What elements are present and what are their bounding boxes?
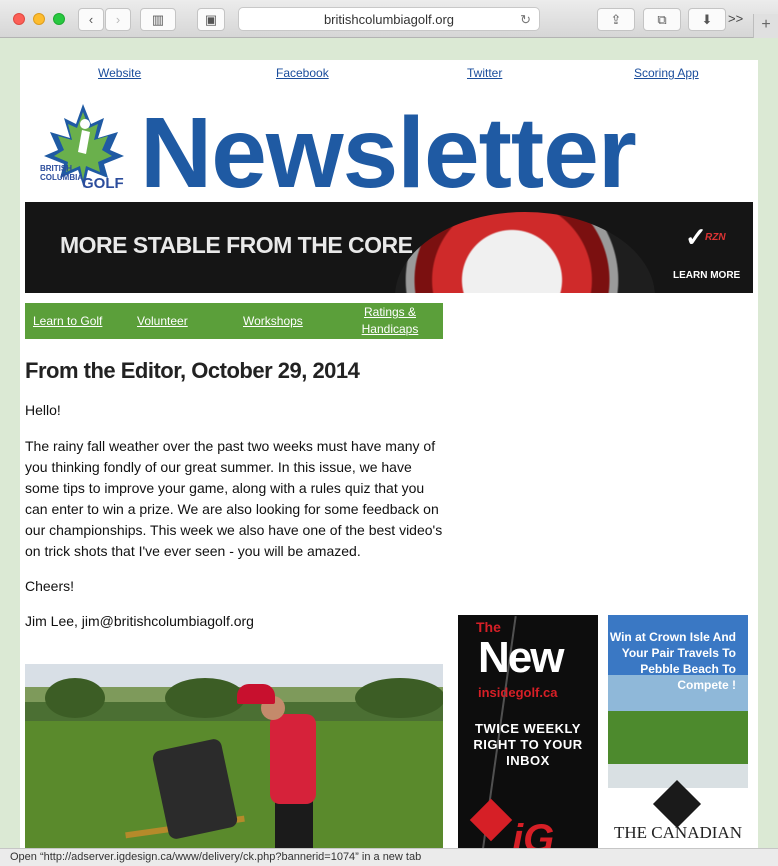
- website-link[interactable]: Website: [98, 66, 141, 80]
- maple-leaf-icon: [652, 779, 702, 829]
- signature: Jim Lee, jim@britishcolumbiagolf.org: [25, 613, 254, 629]
- ad-site: insidegolf.ca: [478, 685, 558, 700]
- golf-ball-image: [395, 212, 655, 293]
- share-button[interactable]: ⇪: [597, 8, 635, 31]
- reader-button[interactable]: ▣: [197, 8, 225, 31]
- chevron-left-icon: ‹: [88, 12, 94, 27]
- canadian-golf-ad[interactable]: Win at Crown Isle And Your Pair Travels …: [608, 615, 748, 850]
- browser-toolbar: ‹ › ▥ ▣ britishcolumbiagolf.org ↻ ⇪ ⧉ ⬇ …: [0, 0, 778, 38]
- top-links: Website Facebook Twitter Scoring App: [20, 66, 758, 86]
- nav-bar: Learn to Golf Volunteer Workshops Rating…: [25, 303, 443, 339]
- chevron-right-icon: ›: [115, 12, 121, 27]
- tabs-icon: ⧉: [657, 11, 667, 27]
- nav-volunteer[interactable]: Volunteer: [137, 313, 188, 330]
- newsletter-page: Website Facebook Twitter Scoring App BRI…: [20, 60, 758, 850]
- download-icon: ⬇: [701, 11, 713, 27]
- nav-ratings-handicaps[interactable]: Ratings & Handicaps: [350, 304, 430, 338]
- ad2-brand: THE CANADIAN: [614, 823, 742, 842]
- tabs-button[interactable]: ⧉: [643, 8, 681, 31]
- maple-leaf-icon: [469, 798, 513, 842]
- status-bar: Open “http://adserver.igdesign.ca/www/de…: [0, 848, 778, 866]
- ig-logo: iG: [512, 817, 555, 850]
- banner-learn-more[interactable]: LEARN MORE: [673, 270, 740, 281]
- ad2-text: Win at Crown Isle And Your Pair Travels …: [609, 630, 736, 692]
- reload-icon[interactable]: ↻: [520, 12, 531, 28]
- greeting: Hello!: [25, 402, 61, 418]
- scoring-app-link[interactable]: Scoring App: [634, 66, 699, 80]
- logo-golf-text: GOLF: [82, 175, 124, 192]
- banner-brand: RZN: [705, 232, 726, 243]
- share-icon: ⇪: [610, 11, 622, 27]
- reader-icon: ▣: [204, 11, 218, 27]
- address-bar[interactable]: britishcolumbiagolf.org ↻: [238, 7, 540, 31]
- ad-new: New: [478, 633, 564, 682]
- closing: Cheers!: [25, 578, 75, 594]
- banner-slogan: MORE STABLE FROM THE CORE: [60, 232, 413, 258]
- newsletter-headline: Newsletter: [140, 97, 637, 209]
- nike-swoosh-icon: ✓: [685, 222, 707, 252]
- ad-tagline: TWICE WEEKLY RIGHT TO YOUR INBOX: [473, 721, 583, 768]
- editor-body: The rainy fall weather over the past two…: [25, 438, 443, 559]
- nav-learn-to-golf[interactable]: Learn to Golf: [33, 313, 102, 330]
- downloads-button[interactable]: ⬇: [688, 8, 726, 31]
- more-icon[interactable]: >>: [728, 11, 743, 26]
- nav-workshops[interactable]: Workshops: [243, 313, 303, 330]
- zoom-window-button[interactable]: [53, 13, 65, 25]
- sidebar-button[interactable]: ▥: [140, 8, 176, 31]
- close-window-button[interactable]: [13, 13, 25, 25]
- nike-banner-ad[interactable]: MORE STABLE FROM THE CORE ✓ RZN LEARN MO…: [25, 202, 753, 293]
- golfer-photo: [25, 664, 443, 850]
- new-tab-button[interactable]: +: [753, 14, 778, 38]
- back-button[interactable]: ‹: [78, 8, 104, 31]
- insidegolf-ad[interactable]: The New insidegolf.ca TWICE WEEKLY RIGHT…: [458, 615, 598, 850]
- facebook-link[interactable]: Facebook: [276, 66, 329, 80]
- minimize-window-button[interactable]: [33, 13, 45, 25]
- twitter-link[interactable]: Twitter: [467, 66, 502, 80]
- logo-text: BRITISH COLUMBIA: [40, 164, 84, 182]
- url-text: britishcolumbiagolf.org: [323, 11, 455, 27]
- sidebar-icon: ▥: [151, 11, 165, 27]
- article-title: From the Editor, October 29, 2014: [25, 358, 360, 383]
- forward-button[interactable]: ›: [105, 8, 131, 31]
